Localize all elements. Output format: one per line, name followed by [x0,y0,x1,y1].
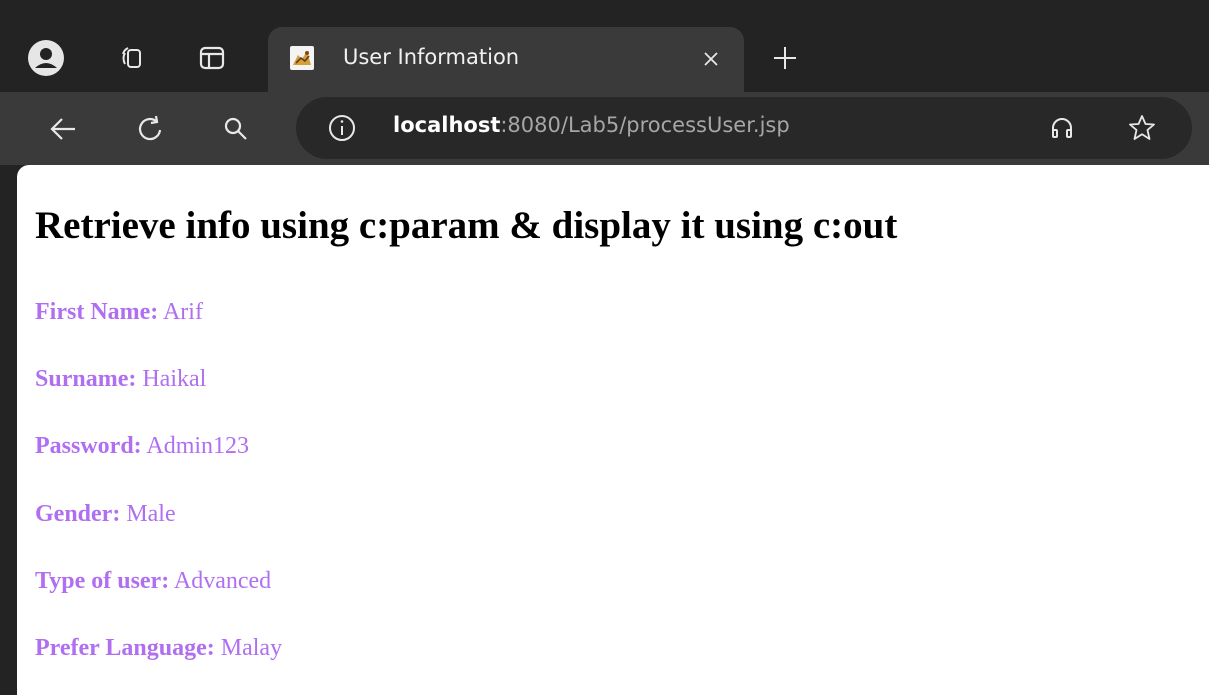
field-first-name: First Name: Arif [35,299,203,326]
back-button[interactable] [38,104,88,154]
address-url[interactable]: localhost:8080/Lab5/processUser.jsp [393,113,790,137]
tomcat-favicon-icon [290,46,314,70]
field-label: Surname: [35,366,137,392]
vertical-tabs-button[interactable] [186,32,238,84]
field-password: Password: Admin123 [35,433,249,460]
star-icon [1129,115,1155,140]
new-tab-button[interactable] [763,36,807,80]
url-host: localhost [393,113,501,137]
tab-actions-icon [199,46,225,70]
refresh-button[interactable] [126,104,176,154]
tab-strip: User Information [0,0,1209,92]
field-label: Password: [35,433,142,459]
search-icon [224,117,247,140]
profile-icon [28,40,64,76]
browser-toolbar: localhost:8080/Lab5/processUser.jsp [0,92,1209,165]
page-content: Retrieve info using c:param & display it… [17,165,1209,695]
field-gender: Gender: Male [35,501,176,528]
field-type-of-user: Type of user: Advanced [35,568,271,595]
workspaces-icon [122,47,141,68]
field-value: Admin123 [146,433,250,459]
field-label: Gender: [35,501,121,527]
favorite-button[interactable] [1124,110,1160,146]
plus-icon [774,47,796,69]
url-path: :8080/Lab5/processUser.jsp [500,113,790,137]
field-value: Arif [162,299,203,325]
field-prefer-language: Prefer Language: Malay [35,635,282,662]
read-aloud-button[interactable] [1044,110,1080,146]
field-surname: Surname: Haikal [35,366,206,393]
field-label: Type of user: [35,568,170,594]
field-value: Male [126,501,176,527]
field-value: Haikal [142,366,207,392]
close-icon [704,52,718,66]
search-button[interactable] [211,104,261,154]
field-label: First Name: [35,299,159,325]
profile-button[interactable] [20,32,72,84]
field-value: Advanced [173,568,272,594]
refresh-icon [139,115,162,141]
workspaces-button[interactable] [106,32,158,84]
tab-user-information[interactable]: User Information [268,27,744,92]
address-bar[interactable]: localhost:8080/Lab5/processUser.jsp [296,97,1192,159]
site-info-icon[interactable] [326,112,358,144]
back-arrow-icon [50,118,75,140]
tab-title: User Information [343,45,520,69]
field-label: Prefer Language: [35,635,215,661]
field-value: Malay [220,635,283,661]
page-heading: Retrieve info using c:param & display it… [35,204,898,247]
tab-close-button[interactable] [696,44,726,74]
headphones-icon [1052,118,1072,138]
